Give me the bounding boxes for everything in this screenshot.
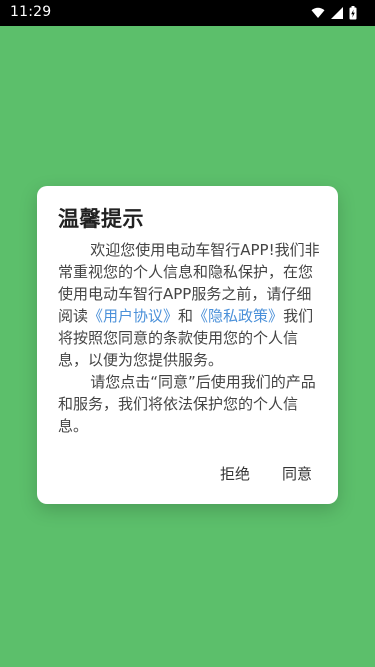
reject-button[interactable]: 拒绝 [220,463,250,484]
agree-button[interactable]: 同意 [282,463,312,484]
and-text: 和 [178,307,194,325]
dialog-title: 温馨提示 [58,207,144,231]
wifi-icon [311,7,325,19]
dialog-body: 欢迎您使用电动车智行APP!我们非常重视您的个人信息和隐私保护，在您使用电动车智… [58,239,320,437]
dialog-paragraph-1: 欢迎您使用电动车智行APP!我们非常重视您的个人信息和隐私保护，在您使用电动车智… [58,239,320,371]
dialog-paragraph-2: 请您点击“同意”后使用我们的产品和服务，我们将依法保护您的个人信息。 [58,373,316,435]
privacy-dialog: 温馨提示 欢迎您使用电动车智行APP!我们非常重视您的个人信息和隐私保护，在您使… [37,186,338,504]
privacy-policy-link[interactable]: 《隐私政策》 [193,307,283,325]
status-time: 11:29 [10,4,52,20]
signal-icon [331,7,343,19]
battery-charging-icon [349,6,357,20]
status-icons [311,5,357,21]
dialog-actions: 拒绝 同意 [220,463,312,484]
user-agreement-link[interactable]: 《用户协议》 [88,307,178,325]
status-bar: 11:29 [0,0,375,26]
